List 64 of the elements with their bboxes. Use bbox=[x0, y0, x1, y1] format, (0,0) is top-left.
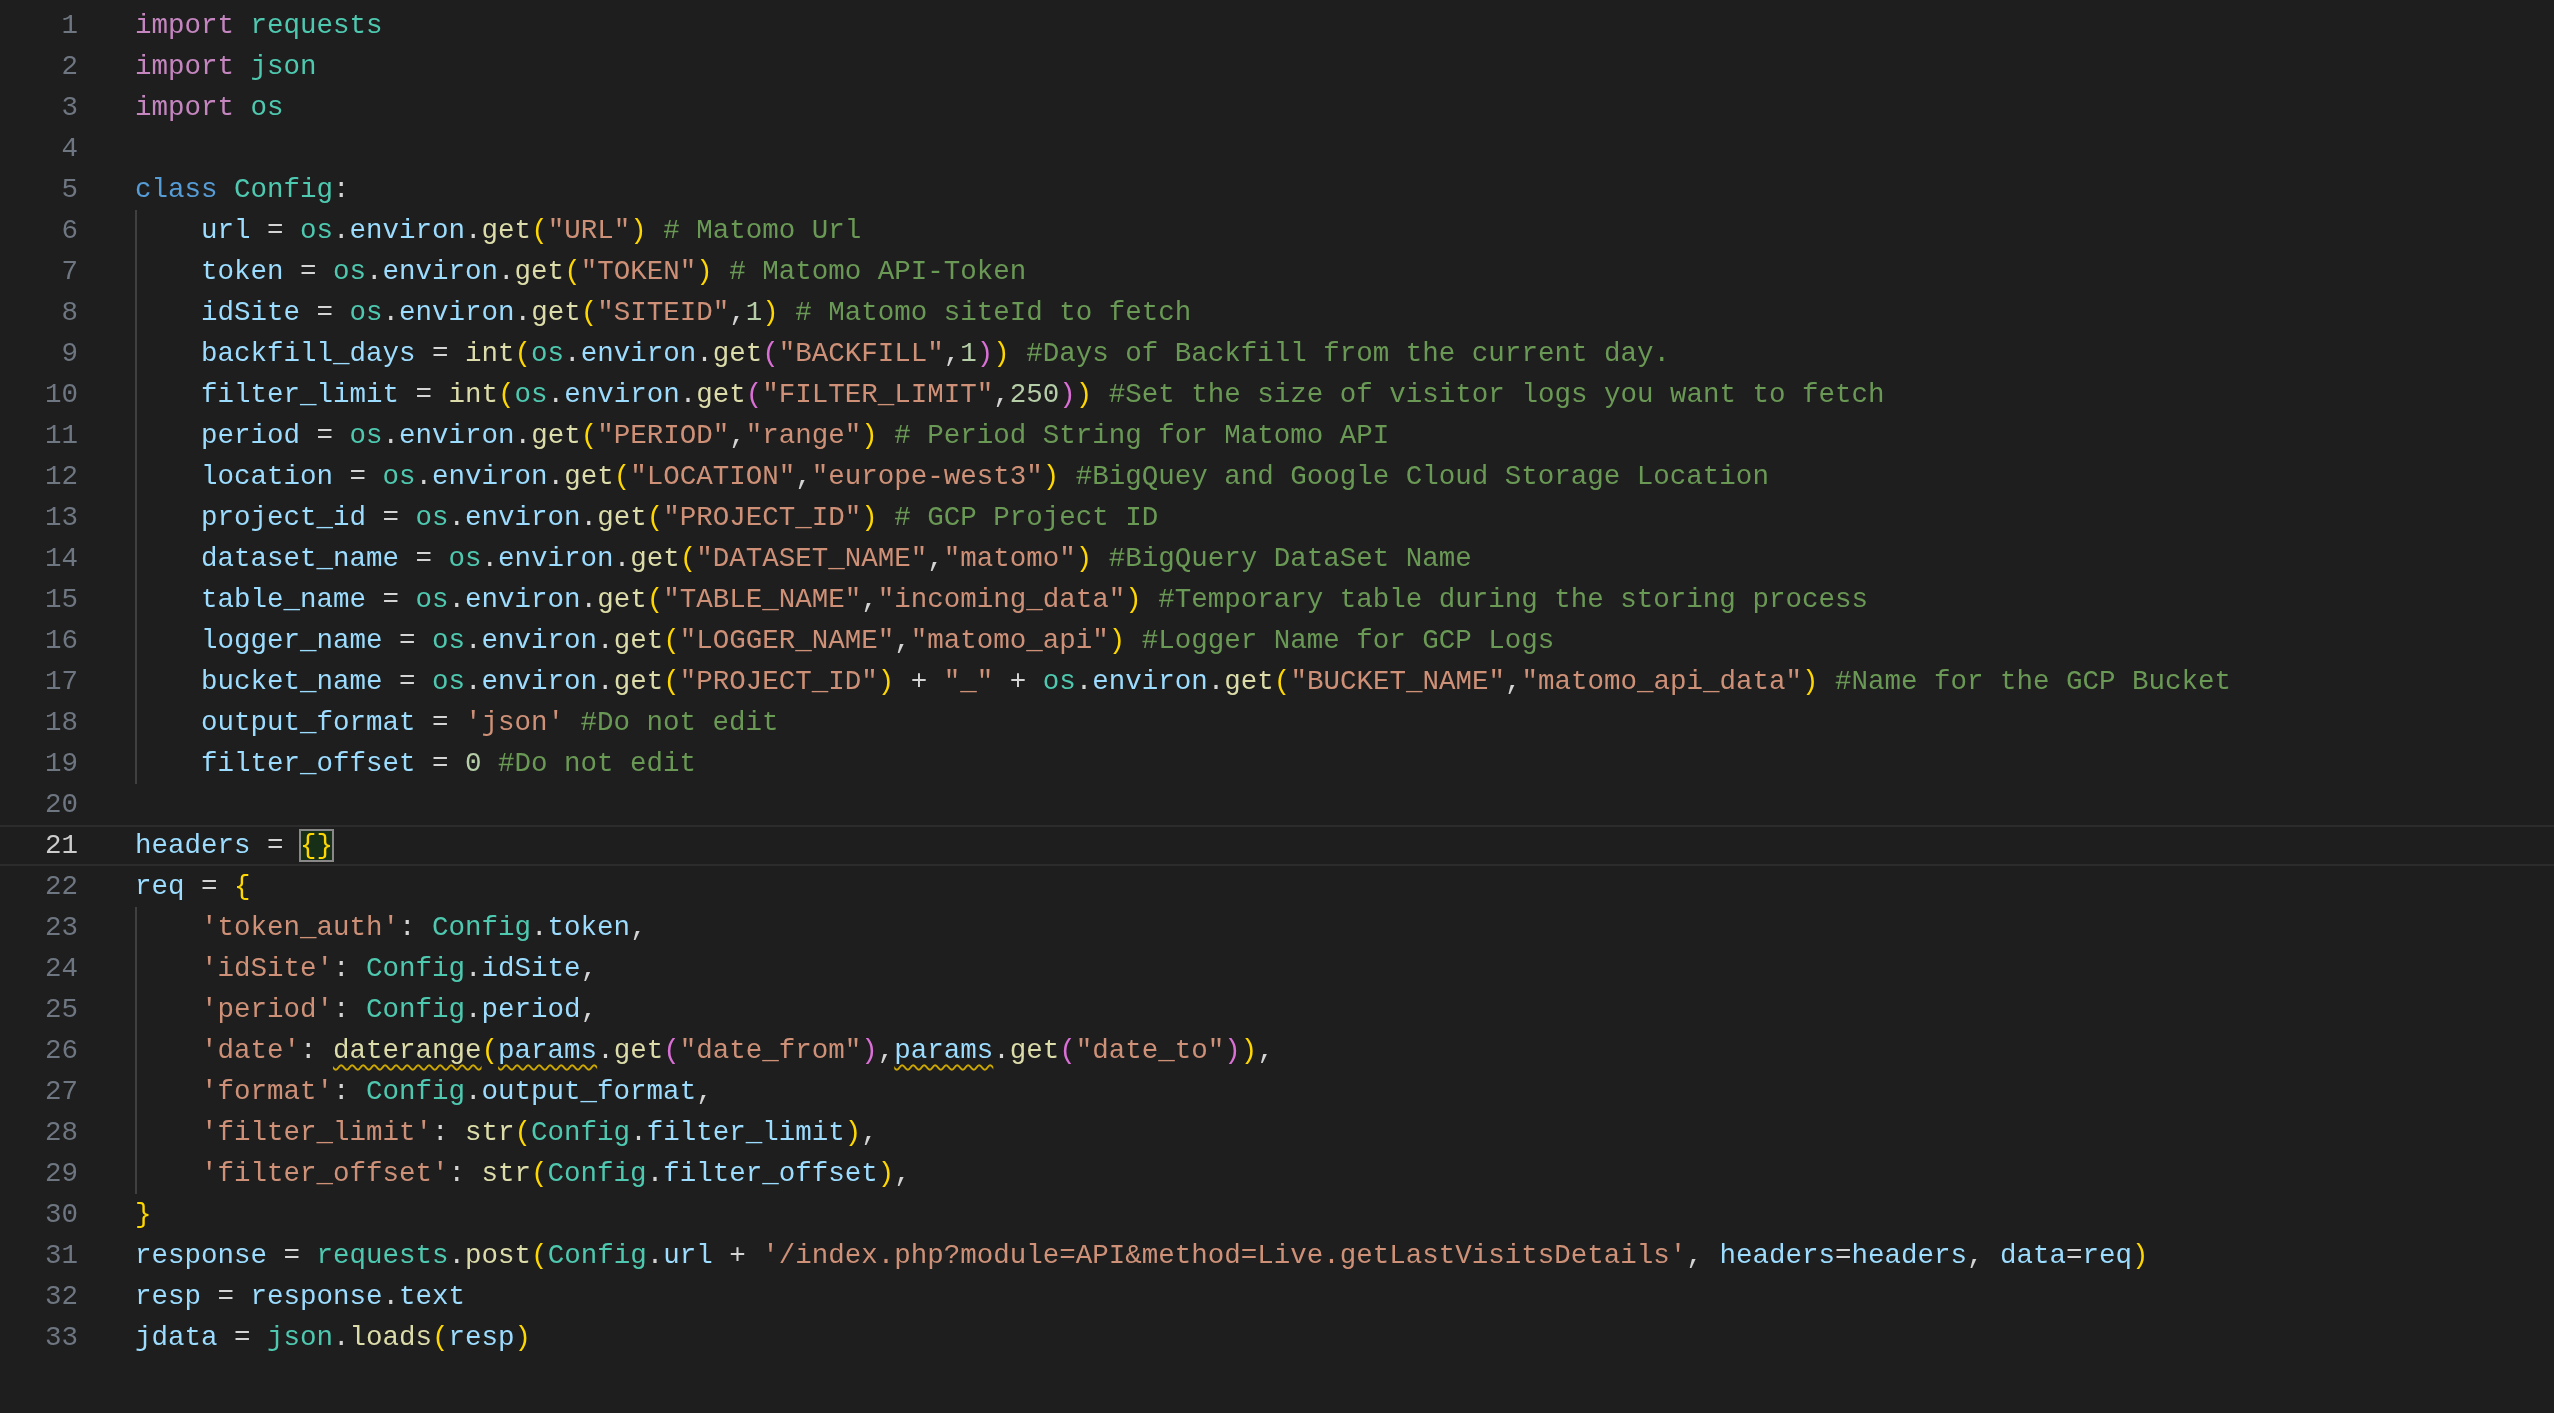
code-line: req = { bbox=[135, 871, 251, 902]
code-line: import json bbox=[135, 51, 317, 82]
line-number: 13 bbox=[44, 502, 78, 533]
code-line: period = os.environ.get("PERIOD","range") # Period String for Matomo API bbox=[201, 420, 1390, 451]
line-number: 20 bbox=[44, 789, 78, 820]
code-line: 'period': Config.period, bbox=[201, 994, 598, 1025]
line-number: 27 bbox=[44, 1076, 78, 1107]
line-number: 14 bbox=[44, 543, 78, 574]
line-number: 2 bbox=[60, 51, 78, 82]
code-line: headers = {} bbox=[135, 830, 334, 861]
line-number: 7 bbox=[60, 256, 78, 287]
line-number: 33 bbox=[44, 1322, 78, 1353]
code-line: logger_name = os.environ.get("LOGGER_NAME","matomo_api") #Logger Name for GCP Logs bbox=[201, 625, 1555, 656]
code-line: idSite = os.environ.get("SITEID",1) # Matomo siteId to fetch bbox=[201, 297, 1192, 328]
line-number: 17 bbox=[44, 666, 78, 697]
line-number: 6 bbox=[60, 215, 78, 246]
code-line: filter_limit = int(os.environ.get("FILTER_LIMIT",250)) #Set the size of visitor logs you want to fetch bbox=[201, 379, 1885, 410]
line-number: 10 bbox=[44, 379, 78, 410]
line-number: 12 bbox=[44, 461, 78, 492]
line-number: 32 bbox=[44, 1281, 78, 1312]
code-line: output_format = 'json' #Do not edit bbox=[201, 707, 779, 738]
line-number: 3 bbox=[60, 92, 78, 123]
line-number: 5 bbox=[60, 174, 78, 205]
code-line: 'filter_offset': str(Config.filter_offset), bbox=[201, 1158, 911, 1189]
code-line: 'format': Config.output_format, bbox=[201, 1076, 713, 1107]
code-line: filter_offset = 0 #Do not edit bbox=[201, 748, 697, 779]
code-line: dataset_name = os.environ.get("DATASET_NAME","matomo") #BigQuery DataSet Name bbox=[201, 543, 1472, 574]
line-number: 28 bbox=[44, 1117, 78, 1148]
code-line: resp = response.text bbox=[135, 1281, 466, 1312]
line-number: 18 bbox=[44, 707, 78, 738]
code-line: jdata = json.loads(resp) bbox=[135, 1322, 532, 1353]
line-number: 16 bbox=[44, 625, 78, 656]
code-line: bucket_name = os.environ.get("PROJECT_ID") + "_" + os.environ.get("BUCKET_NAME","matomo_api_data") #Name for the GCP Bucket bbox=[201, 666, 2232, 697]
code-line: 'idSite': Config.idSite, bbox=[201, 953, 598, 984]
line-number: 21 bbox=[44, 830, 78, 861]
code-line: backfill_days = int(os.environ.get("BACKFILL",1)) #Days of Backfill from the current day. bbox=[201, 338, 1670, 369]
code-line: class Config: bbox=[135, 174, 350, 205]
code-line: } bbox=[135, 1199, 152, 1230]
line-number: 19 bbox=[44, 748, 78, 779]
code-line: import requests bbox=[135, 10, 383, 41]
line-number: 30 bbox=[44, 1199, 78, 1230]
code-line: 'filter_limit': str(Config.filter_limit), bbox=[201, 1117, 878, 1148]
line-number: 9 bbox=[60, 338, 78, 369]
line-number: 26 bbox=[44, 1035, 78, 1066]
code-line: token = os.environ.get("TOKEN") # Matomo API-Token bbox=[201, 256, 1027, 287]
code-line: url = os.environ.get("URL") # Matomo Url bbox=[201, 215, 862, 246]
line-number: 25 bbox=[44, 994, 78, 1025]
code-line: location = os.environ.get("LOCATION","europe-west3") #BigQuey and Google Cloud Storage Location bbox=[201, 461, 1769, 492]
line-number: 4 bbox=[60, 133, 78, 164]
line-number: 31 bbox=[44, 1240, 78, 1271]
line-number: 29 bbox=[44, 1158, 78, 1189]
line-number: 22 bbox=[44, 871, 78, 902]
line-number: 23 bbox=[44, 912, 78, 943]
line-number: 8 bbox=[60, 297, 78, 328]
code-line: 'token_auth': Config.token, bbox=[201, 912, 647, 943]
code-line: project_id = os.environ.get("PROJECT_ID") # GCP Project ID bbox=[201, 502, 1159, 533]
code-line: import os bbox=[135, 92, 284, 123]
line-number: 1 bbox=[60, 10, 78, 41]
code-line: response = requests.post(Config.url + '/index.php?module=API&method=Live.getLastVisitsDetails', headers=headers, data=req) bbox=[135, 1240, 2149, 1271]
code-line: 'date': daterange(params.get("date_from"),params.get("date_to")), bbox=[201, 1035, 1274, 1066]
line-number: 11 bbox=[44, 420, 78, 451]
line-number: 24 bbox=[44, 953, 78, 984]
line-number: 15 bbox=[44, 584, 78, 615]
code-line: table_name = os.environ.get("TABLE_NAME","incoming_data") #Temporary table during the storing process bbox=[201, 584, 1868, 615]
